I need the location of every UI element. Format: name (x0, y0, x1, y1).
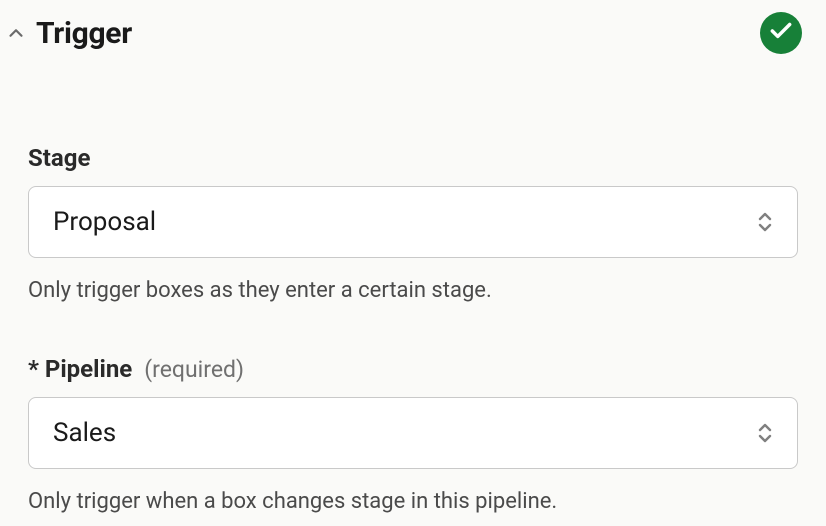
pipeline-select[interactable]: Sales (28, 397, 798, 469)
check-badge (760, 12, 802, 54)
check-icon (768, 18, 794, 48)
section-header: Trigger (0, 0, 826, 54)
content: Stage Proposal Only trigger boxes as the… (0, 144, 826, 518)
stage-select[interactable]: Proposal (28, 186, 798, 258)
stage-field-group: Stage Proposal Only trigger boxes as the… (28, 144, 798, 307)
pipeline-label: * Pipeline (28, 355, 132, 383)
pipeline-select-value: Sales (53, 418, 116, 448)
stage-label-row: Stage (28, 144, 798, 172)
chevron-up-icon[interactable] (4, 21, 28, 45)
header-left: Trigger (4, 16, 132, 51)
stage-label: Stage (28, 144, 90, 172)
pipeline-field-group: * Pipeline (required) Sales Only trigger… (28, 355, 798, 518)
select-arrows-icon (755, 210, 775, 234)
stage-helper-text: Only trigger boxes as they enter a certa… (28, 276, 798, 307)
section-title: Trigger (36, 16, 132, 51)
pipeline-helper-text: Only trigger when a box changes stage in… (28, 487, 798, 518)
pipeline-required-hint: (required) (144, 356, 244, 383)
stage-select-value: Proposal (53, 207, 156, 237)
pipeline-label-row: * Pipeline (required) (28, 355, 798, 383)
select-arrows-icon (755, 421, 775, 445)
